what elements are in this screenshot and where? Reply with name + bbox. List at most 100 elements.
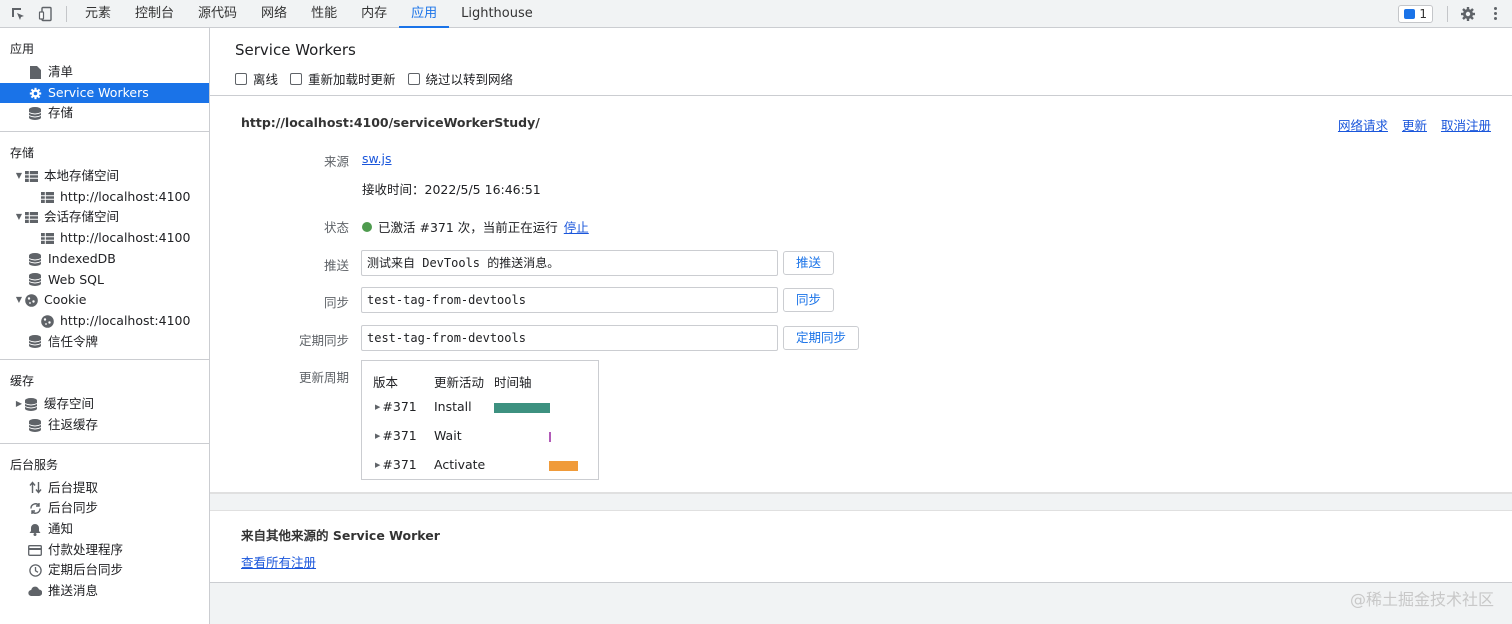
issues-badge[interactable]: 1 bbox=[1398, 4, 1433, 23]
periodic-sync-input[interactable]: test-tag-from-devtools bbox=[361, 325, 778, 351]
sidebar-item-payment-handler[interactable]: 付款处理程序 bbox=[0, 540, 209, 561]
see-all-registrations-link[interactable]: 查看所有注册 bbox=[241, 552, 316, 571]
version-text: #371 bbox=[382, 399, 417, 414]
sidebar-item-background-sync[interactable]: 后台同步 bbox=[0, 498, 209, 519]
sidebar-item-label: 通知 bbox=[48, 521, 74, 536]
tab-network[interactable]: 网络 bbox=[249, 0, 299, 27]
sync-label: 同步 bbox=[323, 295, 349, 310]
sidebar-title-background: 后台服务 bbox=[10, 457, 59, 472]
bypass-for-network-checkbox[interactable]: 绕过以转到网络 bbox=[407, 69, 514, 88]
tab-elements[interactable]: 元素 bbox=[73, 0, 123, 27]
periodic-sync-button[interactable]: 定期同步 bbox=[783, 326, 860, 350]
update-on-reload-checkbox[interactable]: 重新加载时更新 bbox=[290, 69, 396, 88]
checkbox-label: 绕过以转到网络 bbox=[425, 72, 514, 87]
tab-lighthouse[interactable]: Lighthouse bbox=[449, 0, 545, 27]
expand-triangle-icon[interactable]: ▶ bbox=[375, 403, 380, 411]
sidebar-item-websql[interactable]: Web SQL bbox=[0, 270, 209, 291]
column-header-version: 版本 bbox=[373, 375, 399, 390]
table-icon bbox=[24, 169, 38, 183]
sidebar-item-label: 本地存储空间 bbox=[44, 168, 120, 184]
table-row[interactable]: ▶ #371 Install bbox=[362, 399, 598, 419]
sidebar-item-label: Cookie bbox=[44, 292, 87, 308]
sync-input[interactable]: test-tag-from-devtools bbox=[361, 287, 778, 313]
table-row[interactable]: ▶ #371 Activate bbox=[362, 457, 598, 477]
status-text: 已激活 #371 次，当前正在运行 bbox=[378, 220, 558, 235]
expand-triangle-icon[interactable]: ▶ bbox=[375, 461, 380, 469]
sidebar-item-manifest[interactable]: 清单 bbox=[0, 62, 209, 83]
inspect-element-icon[interactable] bbox=[4, 0, 32, 28]
panel-header: Service Workers 离线 重新加载时更新 绕过以转到网络 bbox=[210, 28, 1512, 96]
status-running-dot bbox=[362, 221, 372, 232]
issues-count: 1 bbox=[1419, 6, 1427, 21]
sidebar-item-service-workers[interactable]: Service Workers bbox=[0, 82, 209, 104]
registration-actions: 网络请求 更新 取消注册 bbox=[1338, 115, 1491, 134]
activity-cell: Activate bbox=[434, 457, 486, 472]
tab-console[interactable]: 控制台 bbox=[123, 0, 186, 27]
sidebar-title-cache: 缓存 bbox=[10, 374, 35, 389]
network-requests-link[interactable]: 网络请求 bbox=[1338, 115, 1388, 134]
sidebar-item-periodic-background-sync[interactable]: 定期后台同步 bbox=[0, 560, 209, 581]
version-text: #371 bbox=[382, 428, 417, 443]
source-file-link[interactable]: sw.js bbox=[362, 151, 392, 166]
expand-triangle-icon[interactable]: ▶ bbox=[375, 432, 380, 440]
sidebar-section-app: 应用 清单 Service Workers 存储 bbox=[0, 28, 209, 133]
expand-triangle-icon[interactable]: ▼ bbox=[14, 207, 24, 228]
other-origins-section: 来自其他来源的 Service Worker 查看所有注册 bbox=[210, 511, 1512, 583]
sidebar-item-label: 存储 bbox=[48, 105, 74, 121]
credit-card-icon bbox=[28, 543, 42, 557]
sidebar-item-cookie[interactable]: ▼ Cookie bbox=[0, 290, 209, 311]
sidebar-item-bfcache[interactable]: 往返缓存 bbox=[0, 415, 209, 436]
sidebar-item-notifications[interactable]: 通知 bbox=[0, 519, 209, 540]
sidebar-item-cache-storage[interactable]: ▶ 缓存空间 bbox=[0, 394, 209, 415]
checkbox-box[interactable] bbox=[235, 72, 247, 85]
column-header-activity: 更新活动 bbox=[434, 375, 485, 390]
collapsed-triangle-icon[interactable]: ▶ bbox=[14, 394, 24, 415]
push-input[interactable]: 测试来自 DevTools 的推送消息。 bbox=[361, 250, 778, 276]
sidebar-item-label: 缓存空间 bbox=[44, 396, 95, 412]
sidebar-item-push-messaging[interactable]: 推送消息 bbox=[0, 581, 209, 602]
expand-triangle-icon[interactable]: ▼ bbox=[14, 290, 24, 311]
sidebar-item-session-storage[interactable]: ▼ 会话存储空间 bbox=[0, 207, 209, 228]
version-text: #371 bbox=[382, 457, 417, 472]
device-toolbar-icon[interactable] bbox=[32, 0, 60, 28]
tab-memory[interactable]: 内存 bbox=[349, 0, 399, 27]
devtools-toolbar: 元素 控制台 源代码 网络 性能 内存 应用 Lighthouse 1 bbox=[0, 0, 1512, 28]
checkbox-box[interactable] bbox=[407, 72, 420, 85]
file-icon bbox=[28, 65, 42, 79]
status-label: 状态 bbox=[323, 220, 349, 235]
more-options-icon[interactable] bbox=[1488, 4, 1502, 24]
sidebar-item-local-storage[interactable]: ▼ 本地存储空间 bbox=[0, 166, 209, 187]
sidebar-item-indexeddb[interactable]: IndexedDB bbox=[0, 249, 209, 270]
expand-triangle-icon[interactable]: ▼ bbox=[14, 166, 24, 187]
gear-icon[interactable] bbox=[1458, 4, 1478, 24]
sidebar-item-label: 后台同步 bbox=[48, 500, 99, 516]
sidebar-item-session-storage-origin[interactable]: http://localhost:4100 bbox=[0, 228, 209, 249]
tab-performance[interactable]: 性能 bbox=[299, 0, 349, 27]
version-cell[interactable]: ▶ #371 bbox=[375, 428, 417, 443]
activity-cell: Wait bbox=[434, 428, 462, 443]
checkbox-box[interactable] bbox=[290, 72, 303, 85]
tab-sources[interactable]: 源代码 bbox=[186, 0, 249, 27]
update-link[interactable]: 更新 bbox=[1402, 115, 1427, 134]
wait-timeline-bar bbox=[549, 432, 551, 442]
sidebar-item-cookie-origin[interactable]: http://localhost:4100 bbox=[0, 311, 209, 332]
stop-link[interactable]: 停止 bbox=[564, 217, 589, 236]
sidebar-title-app: 应用 bbox=[10, 42, 35, 56]
sidebar-item-trust-tokens[interactable]: 信任令牌 bbox=[0, 332, 209, 353]
table-row[interactable]: ▶ #371 Wait bbox=[362, 428, 598, 448]
sidebar-item-label: IndexedDB bbox=[48, 250, 116, 266]
sidebar-item-label: 清单 bbox=[48, 64, 74, 79]
tab-application[interactable]: 应用 bbox=[399, 0, 450, 28]
database-icon bbox=[24, 398, 38, 412]
cookie-icon bbox=[24, 294, 38, 308]
sidebar-item-background-fetch[interactable]: 后台提取 bbox=[0, 478, 209, 499]
watermark-text: @稀土掘金技术社区 bbox=[1349, 590, 1494, 609]
sidebar-item-local-storage-origin[interactable]: http://localhost:4100 bbox=[0, 187, 209, 208]
version-cell[interactable]: ▶ #371 bbox=[375, 399, 417, 414]
version-cell[interactable]: ▶ #371 bbox=[375, 457, 417, 472]
push-button[interactable]: 推送 bbox=[783, 251, 835, 275]
sync-button[interactable]: 同步 bbox=[783, 288, 835, 312]
sidebar-item-storage[interactable]: 存储 bbox=[0, 103, 209, 124]
offline-checkbox[interactable]: 离线 bbox=[235, 69, 278, 88]
unregister-link[interactable]: 取消注册 bbox=[1441, 115, 1491, 134]
